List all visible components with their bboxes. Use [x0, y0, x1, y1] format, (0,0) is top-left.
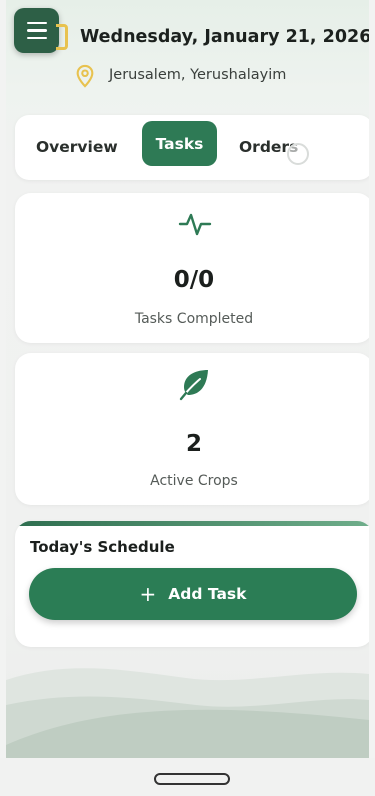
tab-bar: Overview Tasks Orders	[15, 115, 369, 180]
add-task-button[interactable]: + Add Task	[29, 568, 357, 620]
schedule-accent-bar	[15, 521, 369, 526]
add-task-label: Add Task	[168, 585, 247, 603]
tab-tasks[interactable]: Tasks	[142, 121, 217, 166]
hills-illustration	[6, 668, 369, 760]
schedule-title: Today's Schedule	[30, 538, 175, 556]
active-crops-label: Active Crops	[150, 473, 238, 489]
active-crops-card: 2 Active Crops	[15, 353, 369, 505]
hamburger-icon-line	[26, 36, 47, 40]
todays-schedule-card: Today's Schedule + Add Task	[15, 521, 369, 647]
loading-spinner	[287, 143, 309, 165]
system-nav-bar	[0, 758, 375, 796]
leaf-icon	[179, 370, 208, 401]
calendar-icon	[56, 24, 68, 50]
menu-button[interactable]	[14, 8, 59, 53]
header-location: Jerusalem, Yerushalayim	[109, 67, 287, 83]
tasks-completed-value: 0/0	[173, 267, 215, 293]
activity-icon	[178, 213, 212, 236]
app-screen: Wednesday, January 21, 2026 Jerusalem, Y…	[6, 0, 369, 796]
home-indicator[interactable]	[154, 773, 230, 785]
map-pin-icon	[76, 64, 94, 88]
tasks-completed-card: 0/0 Tasks Completed	[15, 193, 369, 343]
active-crops-value: 2	[185, 431, 202, 457]
tasks-completed-label: Tasks Completed	[134, 311, 254, 327]
hamburger-icon	[26, 21, 47, 25]
tab-overview[interactable]: Overview	[36, 138, 118, 156]
plus-icon: +	[139, 582, 157, 606]
hamburger-icon-line	[26, 29, 47, 32]
header-date: Wednesday, January 21, 2026	[80, 27, 369, 47]
